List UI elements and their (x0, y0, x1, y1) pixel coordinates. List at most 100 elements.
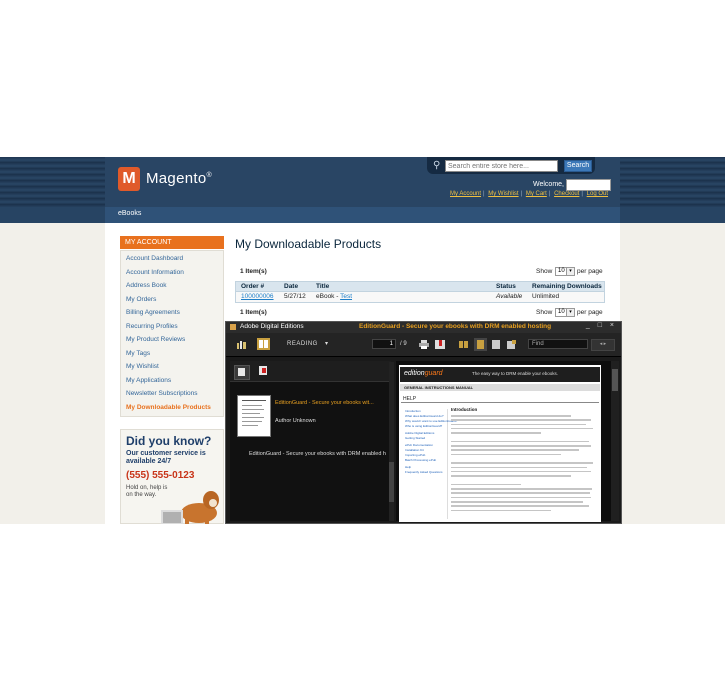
sidebar-item-recurring-profiles[interactable]: Recurring Profiles (126, 323, 178, 330)
ade-app-icon (230, 324, 236, 330)
order-number-link[interactable]: 100000006 (241, 293, 274, 300)
sidebar-item-my-wishlist[interactable]: My Wishlist (126, 363, 159, 370)
view-mode-label[interactable]: READING (287, 341, 318, 347)
doc-manual-title: GENERAL INSTRUCTIONS MANUAL (400, 384, 600, 391)
reading-scrollbar[interactable] (611, 361, 619, 521)
promo-heading: Did you know? (126, 434, 212, 448)
page-number-input[interactable]: 1 (372, 339, 396, 349)
sidebar-item-my-applications[interactable]: My Applications (126, 377, 171, 384)
sidebar-item-my-orders[interactable]: My Orders (126, 296, 156, 303)
doc-text-line (451, 415, 571, 417)
separator: | (520, 191, 523, 197)
book-title[interactable]: EditionGuard - Secure your ebooks wit... (275, 400, 374, 406)
single-page-view-icon[interactable] (474, 338, 487, 351)
doc-nav-item[interactable]: Who is using EditionGuard? (405, 424, 442, 428)
doc-text-line (451, 440, 589, 443)
dog-image (161, 491, 219, 524)
window-controls[interactable]: _ □ × (586, 322, 617, 329)
search-icon: ⚲ (433, 160, 441, 171)
reading-view-icon[interactable] (257, 338, 270, 350)
doc-text-line (451, 501, 583, 503)
sidebar-item-address-book[interactable]: Address Book (126, 282, 166, 289)
doc-text-line (451, 432, 541, 434)
per-page-select[interactable]: 10 ▾ (555, 267, 575, 276)
doc-nav-item[interactable]: Frequently Asked Questions (405, 470, 443, 474)
doc-nav-item[interactable]: Importing ePub (405, 453, 425, 457)
sidebar-item-downloadable-products[interactable]: My Downloadable Products (126, 404, 211, 411)
welcome-text: Welcome, (533, 181, 564, 188)
sidebar-item-newsletter[interactable]: Newsletter Subscriptions (126, 390, 198, 397)
my-account-link[interactable]: My Account (450, 191, 481, 197)
doc-text-line (451, 427, 593, 430)
logo-trademark: ® (206, 172, 212, 179)
promo-phone: (555) 555-0123 (126, 470, 195, 481)
doc-nav-item[interactable]: Batch Processing ePub (405, 458, 436, 462)
sidebar-item-billing-agreements[interactable]: Billing Agreements (126, 309, 180, 316)
nav-item-ebooks[interactable]: eBooks (118, 210, 141, 217)
document-page: editionguard The easy way to DRM enable … (399, 365, 601, 522)
library-scrollbar[interactable] (389, 362, 394, 521)
doc-text-line (451, 492, 590, 494)
doc-text-line (451, 466, 587, 469)
fit-width-icon[interactable] (491, 340, 501, 349)
sidebar-item-account-information[interactable]: Account Information (126, 269, 184, 276)
book-thumbnail-view-icon[interactable] (234, 365, 250, 380)
adobe-digital-editions-window[interactable]: Adobe Digital Editions EditionGuard - Se… (225, 321, 622, 524)
pdf-icon[interactable] (259, 366, 267, 375)
column-remaining: Remaining Downloads (532, 283, 602, 290)
sidebar-title: MY ACCOUNT (120, 236, 224, 249)
download-link[interactable]: Test (340, 293, 352, 300)
find-input[interactable]: Find (528, 339, 588, 349)
ade-title-bar[interactable]: Adobe Digital Editions EditionGuard - Se… (226, 322, 621, 333)
library-view-icon[interactable] (237, 340, 247, 349)
fit-page-icon[interactable] (506, 340, 516, 349)
doc-nav-item[interactable]: ePub Documentation (405, 443, 433, 447)
chevron-down-icon[interactable]: ▾ (325, 340, 328, 347)
separator: | (581, 191, 583, 197)
bookmark-icon[interactable] (435, 340, 445, 349)
doc-nav-item[interactable]: Introduction (405, 409, 421, 413)
per-page-value: 10 (558, 309, 565, 315)
nav-bar (0, 207, 725, 223)
downloads-table-header: Order # Date Title Status Remaining Down… (235, 281, 605, 292)
logo-text[interactable]: Magento® (146, 170, 212, 187)
doc-nav-item[interactable]: What does EditionGuard do? (405, 414, 444, 418)
my-cart-link[interactable]: My Cart (526, 191, 547, 197)
doc-nav-item[interactable]: Installation Kit (405, 448, 424, 452)
nav-bar-inner (105, 207, 620, 223)
book-cover-thumbnail[interactable] (237, 395, 271, 437)
my-wishlist-link[interactable]: My Wishlist (488, 191, 518, 197)
checkout-link[interactable]: Checkout (554, 191, 579, 197)
two-page-view-icon[interactable] (459, 340, 469, 349)
welcome-user-field (566, 179, 611, 191)
doc-nav-item[interactable]: Why would I want to use EditionGuard? (405, 419, 458, 423)
doc-nav-item[interactable]: Help (405, 465, 411, 469)
doc-text-line (451, 475, 571, 477)
book-title-list-item[interactable]: EditionGuard - Secure your ebooks with D… (249, 451, 391, 457)
search-input[interactable] (445, 160, 558, 172)
doc-text-line (451, 419, 591, 421)
search-button[interactable]: Search (564, 160, 592, 172)
find-prev-next-buttons[interactable]: ◂ ▸ (591, 339, 615, 351)
sidebar-item-product-reviews[interactable]: My Product Reviews (126, 336, 185, 343)
log-out-link[interactable]: Log Out (587, 191, 608, 197)
ade-document-title: EditionGuard - Secure your ebooks with D… (359, 323, 552, 330)
divider (401, 402, 599, 403)
doc-nav-item[interactable]: Getting Started (405, 436, 425, 440)
sidebar-item-my-tags[interactable]: My Tags (126, 350, 150, 357)
sidebar-item-account-dashboard[interactable]: Account Dashboard (126, 255, 183, 262)
doc-text-line (451, 423, 586, 426)
magento-logo-icon[interactable]: M (118, 167, 140, 191)
per-page-select-bottom[interactable]: 10 ▾ (555, 308, 575, 317)
doc-nav-item[interactable]: Adobe Digital Editions (405, 431, 434, 435)
doc-text-line (451, 453, 561, 456)
customer-service-promo[interactable]: Did you know? Our customer service is av… (120, 429, 224, 524)
print-icon[interactable] (419, 340, 429, 349)
doc-text-line (451, 449, 579, 451)
per-page-label: per page (577, 268, 603, 275)
screenshot-region: M Magento® ⚲ Search Welcome, My Account |… (0, 157, 725, 524)
separator: | (548, 191, 551, 197)
book-author: Author Unknown (275, 418, 316, 424)
top-links: My Account | My Wishlist | My Cart | Checko… (450, 191, 608, 197)
logo-wordmark: Magento (146, 170, 207, 187)
